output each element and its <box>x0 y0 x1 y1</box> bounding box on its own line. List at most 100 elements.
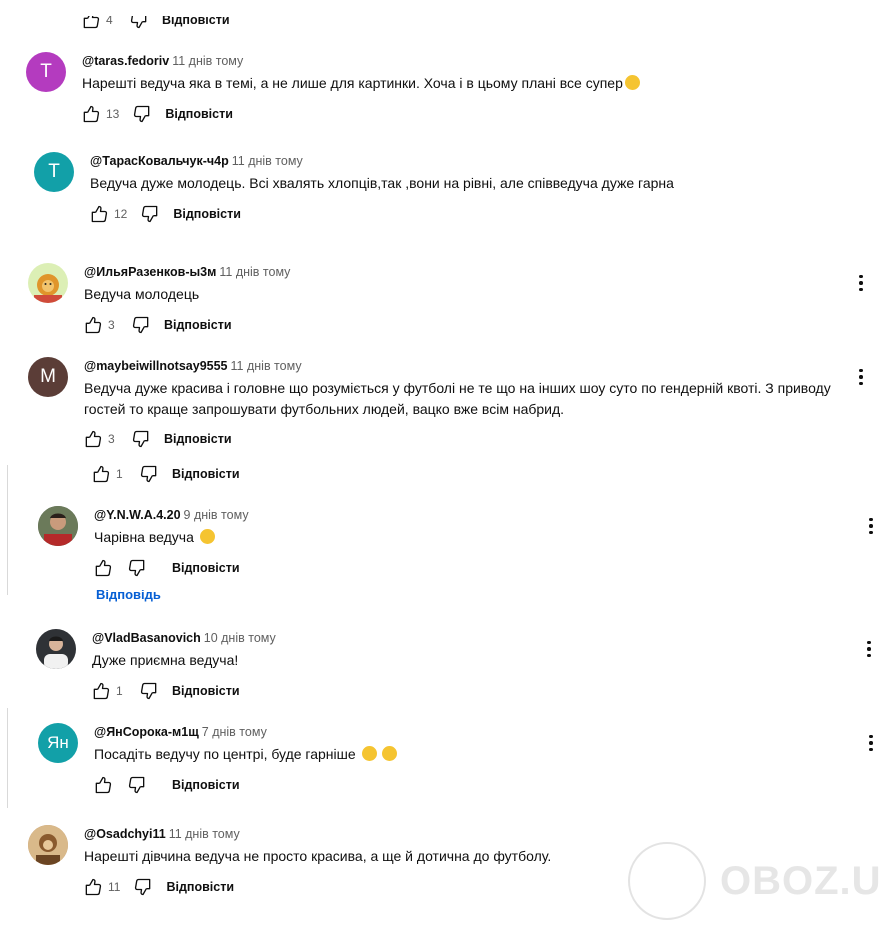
author-name[interactable]: @ТарасКовальчук-ч4р <box>90 154 229 168</box>
avatar[interactable]: M <box>28 357 68 397</box>
comment-actions-partial: 4 Відповісти <box>80 9 230 32</box>
thumbs-up-icon <box>93 558 113 578</box>
thumbs-up-icon <box>89 204 109 224</box>
dislike-button[interactable] <box>130 314 152 336</box>
timestamp[interactable]: 11 днів тому <box>169 827 240 841</box>
reply-button[interactable]: Відповісти <box>164 432 232 446</box>
like-button[interactable] <box>92 774 114 796</box>
timestamp[interactable]: 11 днів тому <box>231 359 302 373</box>
like-count: 11 <box>108 880 121 894</box>
thumbs-up-icon <box>83 429 103 449</box>
comment-actions: 12 Відповісти <box>88 202 241 226</box>
like-count: 12 <box>114 207 128 221</box>
avatar[interactable]: T <box>34 152 74 192</box>
timestamp[interactable]: 11 днів тому <box>219 265 290 279</box>
author-name[interactable]: @ИльяРазенков-ы3м <box>84 265 216 279</box>
thumbs-up-icon <box>91 681 111 701</box>
reply-button[interactable]: Відповісти <box>165 107 233 121</box>
comment-text-content: Посадіть ведучу по центрі, буде гарніше <box>94 746 356 762</box>
comment-text: Нарешті ведуча яка в темі, а не лише для… <box>82 73 640 94</box>
dislike-button[interactable] <box>126 774 148 796</box>
comment-header: @Osadchyi11 11 днів тому <box>84 827 240 841</box>
comment-actions: 1 Відповісти <box>90 462 240 486</box>
reply-button[interactable]: Відповісти <box>172 684 240 698</box>
like-button[interactable] <box>88 203 110 225</box>
watermark: OBOZ.UA <box>628 842 880 920</box>
reply-button[interactable]: Відповісти <box>162 16 230 27</box>
comment-text: Ведуча молодець <box>84 286 200 302</box>
comment-actions: 3 Відповісти <box>82 313 232 337</box>
comment-actions: Відповісти <box>92 773 240 797</box>
dislike-button[interactable] <box>138 680 160 702</box>
author-name[interactable]: @maybeiwillnotsay9555 <box>84 359 228 373</box>
avatar[interactable] <box>28 263 68 303</box>
like-count: 3 <box>108 432 115 446</box>
like-button[interactable] <box>80 103 102 125</box>
like-count: 1 <box>116 684 123 698</box>
thumbs-down-icon <box>139 681 159 701</box>
timestamp[interactable]: 9 днів тому <box>184 508 249 522</box>
like-count: 1 <box>116 467 123 481</box>
more-vert-icon[interactable] <box>859 514 880 538</box>
reply-button[interactable]: Відповісти <box>164 318 232 332</box>
like-button[interactable] <box>80 9 102 31</box>
comment-header: @VladBasanovich 10 днів тому <box>92 631 276 645</box>
like-button[interactable] <box>82 428 104 450</box>
reply-button[interactable]: Відповісти <box>173 207 241 221</box>
like-button[interactable] <box>90 463 112 485</box>
watermark-text: OBOZ.UA <box>720 858 880 903</box>
thumbs-down-icon <box>127 558 147 578</box>
more-vert-icon[interactable] <box>849 271 873 295</box>
reply-button[interactable]: Відповісти <box>172 467 240 481</box>
comment-text-content: Чарівна ведуча <box>94 529 194 545</box>
reply-button[interactable]: Відповісти <box>172 561 240 575</box>
dislike-button[interactable] <box>131 103 153 125</box>
author-name[interactable]: @Y.N.W.A.4.20 <box>94 508 181 522</box>
dislike-button[interactable] <box>126 557 148 579</box>
more-replies-link[interactable]: Відповідь <box>90 590 290 603</box>
avatar[interactable]: Ян <box>38 723 78 763</box>
smile-emoji-icon <box>199 529 215 544</box>
comment-actions: 3 Відповісти <box>82 427 232 451</box>
thumbs-up-icon <box>83 877 103 897</box>
more-vert-icon[interactable] <box>857 637 880 661</box>
thumbs-down-icon <box>131 315 151 335</box>
timestamp[interactable]: 10 днів тому <box>204 631 276 645</box>
thumbs-down-icon <box>133 877 153 897</box>
dislike-button[interactable] <box>130 428 152 450</box>
like-button[interactable] <box>90 680 112 702</box>
dislike-button[interactable] <box>139 203 161 225</box>
reply-button[interactable]: Відповісти <box>172 778 240 792</box>
comment-actions: 1 Відповісти <box>90 679 240 703</box>
user-photo-icon <box>36 629 76 669</box>
timestamp[interactable]: 11 днів тому <box>172 54 243 68</box>
more-vert-icon[interactable] <box>859 731 880 755</box>
author-name[interactable]: @ЯнСорока-м1щ <box>94 725 199 739</box>
dislike-button[interactable] <box>128 9 150 31</box>
avatar[interactable] <box>36 629 76 669</box>
avatar[interactable] <box>38 506 78 546</box>
like-button[interactable] <box>82 314 104 336</box>
author-name[interactable]: @Osadchyi11 <box>84 827 166 841</box>
like-button[interactable] <box>82 876 104 898</box>
thumbs-up-icon <box>81 10 101 30</box>
thumbs-down-icon <box>139 464 159 484</box>
avatar[interactable]: T <box>26 52 66 92</box>
like-count: 4 <box>106 13 113 27</box>
thumbs-down-icon <box>131 429 151 449</box>
more-vert-icon[interactable] <box>849 365 873 389</box>
wink-emoji-icon <box>624 75 640 90</box>
comment-text-line: гостей то краще запрошувати футбольних л… <box>84 401 565 417</box>
like-button[interactable] <box>92 557 114 579</box>
dislike-button[interactable] <box>138 463 160 485</box>
author-name[interactable]: @VladBasanovich <box>92 631 201 645</box>
comment-header: @taras.fedoriv 11 днів тому <box>82 54 243 68</box>
comment-header: @Y.N.W.A.4.20 9 днів тому <box>94 508 249 522</box>
avatar[interactable] <box>28 825 68 865</box>
reply-button[interactable]: Відповісти <box>166 880 234 894</box>
author-name[interactable]: @taras.fedoriv <box>82 54 169 68</box>
comment-header: @maybeiwillnotsay9555 11 днів тому <box>84 359 302 373</box>
timestamp[interactable]: 11 днів тому <box>232 154 303 168</box>
dislike-button[interactable] <box>132 876 154 898</box>
timestamp[interactable]: 7 днів тому <box>202 725 267 739</box>
